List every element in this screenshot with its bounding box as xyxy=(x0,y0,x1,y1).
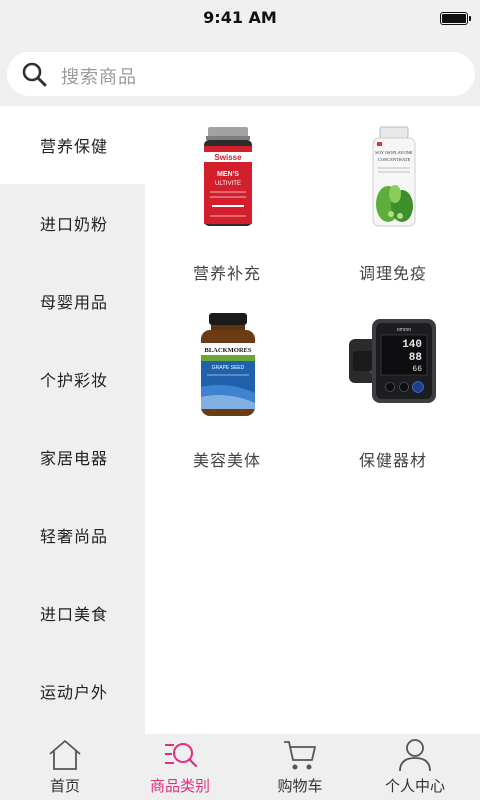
sidebar-item-milk-powder[interactable]: 进口奶粉 xyxy=(0,184,145,262)
sidebar-item-label: 个护彩妆 xyxy=(40,371,109,390)
user-icon xyxy=(399,739,431,772)
sidebar-item-sports[interactable]: 运动户外 xyxy=(0,652,145,730)
omron-sys: 140 xyxy=(402,339,422,351)
product-label: 美容美体 xyxy=(192,451,261,470)
tab-label: 首页 xyxy=(49,777,80,795)
product-card[interactable]: SOY ISOFLAVONE CONCENTRATE 调理免疫 xyxy=(328,124,448,294)
category-search-icon xyxy=(165,743,198,768)
sidebar-item-cosmetics[interactable]: 个护彩妆 xyxy=(0,340,145,418)
tab-label: 个人中心 xyxy=(384,777,445,795)
sidebar-item-food[interactable]: 进口美食 xyxy=(0,574,145,652)
omron-pulse: 66 xyxy=(412,365,422,374)
product-card[interactable]: BLACKMORES GRAPE SEED 美容美体 xyxy=(162,311,282,481)
product-image-blackmores: BLACKMORES GRAPE SEED xyxy=(201,313,255,416)
sidebar-item-label: 营养保健 xyxy=(40,137,109,156)
supplement-line2: CONCENTRATE xyxy=(378,157,411,162)
status-time: 9:41 AM xyxy=(203,8,277,27)
search-area: 搜索商品 xyxy=(0,36,480,106)
category-sidebar: 营养保健 进口奶粉 母婴用品 个护彩妆 家居电器 轻奢尚品 进口美食 运动户外 xyxy=(0,106,145,734)
blackmores-line1: GRAPE SEED xyxy=(212,365,245,371)
product-card[interactable]: Swisse MEN'S ULTIVITE 营养补充 xyxy=(162,124,282,294)
search-icon xyxy=(22,62,47,87)
blackmores-brand: BLACKMORES xyxy=(205,347,252,354)
sidebar-item-baby[interactable]: 母婴用品 xyxy=(0,262,145,340)
sidebar-item-label: 进口奶粉 xyxy=(40,215,109,234)
status-bar: 9:41 AM xyxy=(0,0,480,36)
swisse-line2: ULTIVITE xyxy=(215,181,241,187)
supplement-line1: SOY ISOFLAVONE xyxy=(375,150,413,155)
sidebar-item-label: 运动户外 xyxy=(40,683,109,702)
sidebar-item-label: 家居电器 xyxy=(40,449,109,468)
swisse-brand: Swisse xyxy=(214,153,242,162)
sidebar-item-label: 母婴用品 xyxy=(40,293,109,312)
sidebar-item-nutrition[interactable]: 营养保健 xyxy=(0,106,145,184)
search-input[interactable]: 搜索商品 xyxy=(7,52,475,96)
bottom-tab-bar: 首页 商品类别 购物车 个人中心 xyxy=(0,734,480,800)
tab-cart[interactable]: 购物车 xyxy=(240,734,360,800)
sidebar-item-luxury[interactable]: 轻奢尚品 xyxy=(0,496,145,574)
product-image-swisse: Swisse MEN'S ULTIVITE xyxy=(204,127,252,226)
product-label: 营养补充 xyxy=(192,264,261,283)
sidebar-item-label: 轻奢尚品 xyxy=(40,527,109,546)
tab-profile[interactable]: 个人中心 xyxy=(355,734,475,800)
battery-icon xyxy=(440,12,471,25)
omron-brand: omron xyxy=(397,327,411,333)
cart-icon xyxy=(284,741,316,770)
product-card[interactable]: omron 140 88 66 保健器材 xyxy=(328,311,448,481)
tab-label: 购物车 xyxy=(277,777,323,795)
sidebar-item-label: 进口美食 xyxy=(40,605,109,624)
swisse-line1: MEN'S xyxy=(217,171,239,178)
tab-home[interactable]: 首页 xyxy=(5,734,125,800)
omron-dia: 88 xyxy=(409,352,423,364)
product-image-supplement: SOY ISOFLAVONE CONCENTRATE xyxy=(372,126,416,227)
search-placeholder: 搜索商品 xyxy=(61,67,137,88)
product-grid: Swisse MEN'S ULTIVITE 营养补充 SOY ISOFLAVON… xyxy=(145,106,480,734)
product-image-omron: omron 140 88 66 xyxy=(349,319,436,403)
home-icon xyxy=(49,740,81,770)
sidebar-item-appliances[interactable]: 家居电器 xyxy=(0,418,145,496)
product-label: 保健器材 xyxy=(358,451,427,470)
product-label: 调理免疫 xyxy=(358,264,427,283)
tab-category[interactable]: 商品类别 xyxy=(120,734,240,800)
tab-label: 商品类别 xyxy=(149,777,210,795)
